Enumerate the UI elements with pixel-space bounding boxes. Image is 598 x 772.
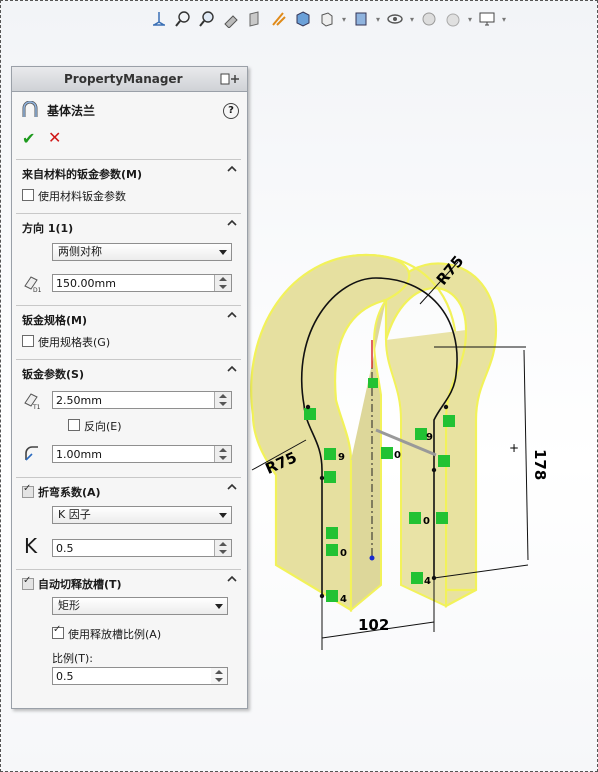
section-material-title[interactable]: 来自材料的钣金参数(M) bbox=[16, 160, 241, 182]
apply-scene-icon[interactable] bbox=[418, 8, 440, 30]
relief-ratio-input[interactable] bbox=[52, 667, 228, 685]
previous-view-icon[interactable] bbox=[220, 8, 242, 30]
svg-text:4: 4 bbox=[424, 576, 431, 587]
svg-text:D1: D1 bbox=[33, 287, 42, 293]
section-allowance-title[interactable]: 折弯系数(A) bbox=[16, 478, 241, 500]
svg-text:0: 0 bbox=[394, 450, 401, 461]
hide-show-icon[interactable] bbox=[350, 8, 372, 30]
section-direction: 方向 1(1) 两侧对称 D1 bbox=[16, 213, 241, 304]
feature-header: 基体法兰 bbox=[21, 101, 95, 119]
bend-radius-icon bbox=[25, 446, 38, 461]
depth-input[interactable] bbox=[52, 274, 232, 292]
zoom-to-fit-icon[interactable] bbox=[172, 8, 194, 30]
feature-name: 基体法兰 bbox=[47, 103, 96, 118]
bend-allowance-type-select[interactable]: K 因子 bbox=[52, 506, 232, 524]
view-orientation-icon[interactable] bbox=[148, 8, 170, 30]
dim-height: 178 bbox=[531, 449, 549, 480]
property-manager-title: PropertyManager bbox=[64, 72, 183, 86]
relief-type-select[interactable]: 矩形 bbox=[52, 597, 228, 615]
property-manager-header: PropertyManager bbox=[12, 67, 247, 92]
section-material: 来自材料的钣金参数(M) 使用材料钣金参数 bbox=[16, 159, 241, 212]
use-relief-ratio-checkbox[interactable]: 使用释放槽比例(A) bbox=[52, 624, 161, 642]
chevron-up-icon[interactable] bbox=[227, 218, 237, 228]
depth-icon: D1 bbox=[24, 276, 42, 293]
pin-icon[interactable] bbox=[219, 72, 241, 86]
heads-up-toolbar: ▾ ▾ ▾ ▾ ▾ bbox=[148, 6, 508, 32]
chevron-up-icon[interactable] bbox=[227, 574, 237, 584]
checkbox[interactable] bbox=[68, 419, 80, 431]
k-factor-input[interactable] bbox=[52, 539, 232, 557]
chevron-down-icon[interactable]: ▾ bbox=[466, 15, 474, 24]
monitor-icon[interactable] bbox=[476, 8, 498, 30]
property-manager-panel: PropertyManager 基体法兰 ? ✔ ✕ 来自材料的钣金参数(M) … bbox=[11, 66, 248, 709]
chevron-down-icon[interactable]: ▾ bbox=[408, 15, 416, 24]
svg-text:4: 4 bbox=[340, 594, 347, 605]
checkbox[interactable] bbox=[22, 335, 34, 347]
help-icon[interactable]: ? bbox=[223, 103, 239, 119]
k-factor-symbol: K bbox=[24, 534, 38, 558]
zoom-area-icon[interactable] bbox=[196, 8, 218, 30]
chevron-up-icon[interactable] bbox=[227, 482, 237, 492]
section-bend-allowance: 折弯系数(A) K 因子 K bbox=[16, 477, 241, 568]
view-cube-icon[interactable] bbox=[292, 8, 314, 30]
chevron-up-icon[interactable] bbox=[227, 310, 237, 320]
section-params-title[interactable]: 钣金参数(S) bbox=[16, 360, 241, 382]
chevron-down-icon[interactable]: ▾ bbox=[340, 15, 348, 24]
thickness-input[interactable] bbox=[52, 391, 232, 409]
section-auto-relief: 自动切释放槽(T) 矩形 使用释放槽比例(A) 比例(T): bbox=[16, 569, 241, 706]
base-flange-icon bbox=[22, 101, 38, 117]
ok-button[interactable]: ✔ bbox=[22, 129, 35, 148]
svg-text:9: 9 bbox=[338, 452, 345, 463]
cancel-button[interactable]: ✕ bbox=[48, 128, 61, 147]
svg-text:+: + bbox=[509, 441, 519, 455]
chevron-up-icon[interactable] bbox=[227, 364, 237, 374]
svg-text:9: 9 bbox=[426, 432, 433, 443]
checkbox[interactable] bbox=[22, 189, 34, 201]
chevron-up-icon[interactable] bbox=[227, 164, 237, 174]
use-gauge-table-checkbox[interactable]: 使用规格表(G) bbox=[22, 334, 110, 350]
section-relief-title[interactable]: 自动切释放槽(T) bbox=[16, 570, 241, 592]
svg-text:0: 0 bbox=[423, 516, 430, 527]
use-material-checkbox[interactable]: 使用材料钣金参数 bbox=[22, 188, 126, 204]
reverse-direction-checkbox[interactable]: 反向(E) bbox=[68, 418, 122, 434]
dim-width: 102 bbox=[358, 616, 389, 634]
allowance-enable-checkbox[interactable] bbox=[22, 483, 34, 498]
section-sheet-params: 钣金参数(S) T1 反向(E) bbox=[16, 359, 241, 476]
checkbox[interactable] bbox=[52, 624, 64, 639]
end-condition-select[interactable]: 两侧对称 bbox=[52, 243, 232, 261]
chevron-down-icon[interactable]: ▾ bbox=[374, 15, 382, 24]
chevron-down-icon[interactable]: ▾ bbox=[500, 15, 508, 24]
flange-inner-face bbox=[350, 299, 387, 613]
svg-text:0: 0 bbox=[340, 548, 347, 559]
edit-appearance-icon[interactable] bbox=[384, 8, 406, 30]
display-style-icon[interactable] bbox=[316, 8, 338, 30]
thickness-icon: T1 bbox=[24, 393, 41, 410]
section-gauge: 钣金规格(M) 使用规格表(G) bbox=[16, 305, 241, 358]
svg-text:T1: T1 bbox=[32, 404, 41, 410]
view-settings-icon[interactable] bbox=[442, 8, 464, 30]
relief-enable-checkbox[interactable] bbox=[22, 575, 34, 590]
section-gauge-title[interactable]: 钣金规格(M) bbox=[16, 306, 241, 328]
section-view-icon[interactable] bbox=[244, 8, 266, 30]
section-direction-title[interactable]: 方向 1(1) bbox=[16, 214, 241, 236]
origin-point bbox=[369, 555, 375, 561]
relief-ratio-label: 比例(T): bbox=[52, 652, 94, 665]
dynamic-annotation-icon[interactable] bbox=[268, 8, 290, 30]
bend-radius-input[interactable] bbox=[52, 445, 232, 463]
